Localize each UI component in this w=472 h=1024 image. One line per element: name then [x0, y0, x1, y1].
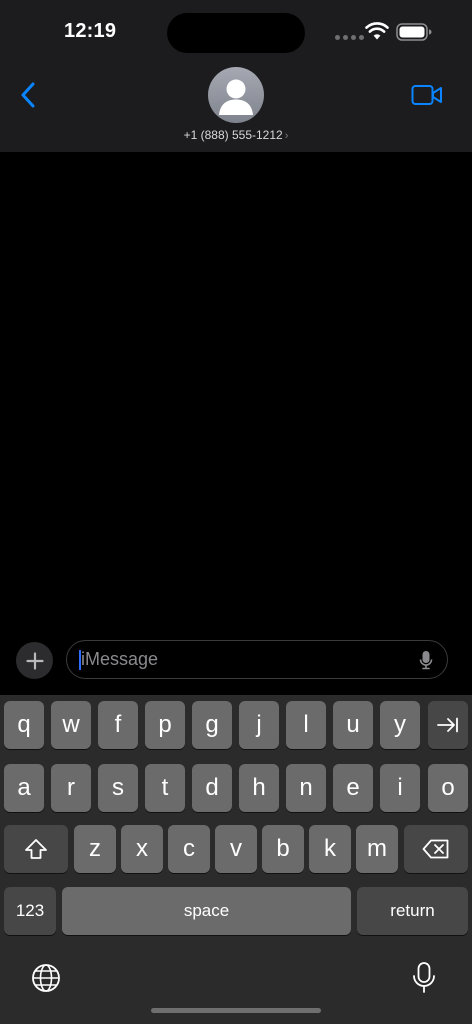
shift-icon: [25, 839, 47, 859]
key-d[interactable]: d: [192, 764, 232, 812]
shift-key[interactable]: [4, 825, 68, 873]
delete-key[interactable]: [404, 825, 468, 873]
dictation-microphone-icon[interactable]: [411, 961, 437, 995]
contact-name[interactable]: +1 (888) 555-1212 ›: [0, 128, 472, 142]
key-z[interactable]: z: [74, 825, 116, 873]
key-s[interactable]: s: [98, 764, 138, 812]
numbers-key[interactable]: 123: [4, 887, 56, 935]
battery-icon: [396, 23, 432, 41]
chevron-right-icon: ›: [284, 130, 289, 142]
key-u[interactable]: u: [333, 701, 373, 749]
key-m[interactable]: m: [356, 825, 398, 873]
key-y[interactable]: y: [380, 701, 420, 749]
tab-key[interactable]: [428, 701, 468, 749]
key-x[interactable]: x: [121, 825, 163, 873]
status-time: 12:19: [64, 20, 117, 42]
return-key[interactable]: return: [357, 887, 468, 935]
key-v[interactable]: v: [215, 825, 257, 873]
key-t[interactable]: t: [145, 764, 185, 812]
conversation-header: 12:19 +1 (888) 555-1212 ›: [0, 0, 472, 152]
back-button[interactable]: [14, 78, 42, 112]
microphone-icon[interactable]: [419, 650, 433, 670]
keyboard: q w f p g j l u y a r s t d h n e i o z …: [0, 695, 472, 1024]
key-j[interactable]: j: [239, 701, 279, 749]
key-e[interactable]: e: [333, 764, 373, 812]
dynamic-island: [167, 13, 305, 53]
key-b[interactable]: b: [262, 825, 304, 873]
message-field[interactable]: [66, 640, 448, 679]
cellular-dots-icon: [335, 35, 364, 40]
key-h[interactable]: h: [239, 764, 279, 812]
key-r[interactable]: r: [51, 764, 91, 812]
key-k[interactable]: k: [309, 825, 351, 873]
key-i[interactable]: i: [380, 764, 420, 812]
person-silhouette-icon: [219, 79, 253, 115]
key-a[interactable]: a: [4, 764, 44, 812]
key-q[interactable]: q: [4, 701, 44, 749]
home-indicator[interactable]: [151, 1008, 321, 1013]
video-camera-icon: [411, 85, 442, 105]
chevron-left-icon: [21, 82, 35, 108]
key-n[interactable]: n: [286, 764, 326, 812]
delete-icon: [422, 839, 449, 859]
key-w[interactable]: w: [51, 701, 91, 749]
key-c[interactable]: c: [168, 825, 210, 873]
plus-icon: [25, 651, 44, 670]
key-l[interactable]: l: [286, 701, 326, 749]
space-key[interactable]: space: [62, 887, 351, 935]
contact-number: +1 (888) 555-1212: [183, 128, 283, 142]
wifi-icon: [365, 22, 389, 40]
apps-plus-button[interactable]: [16, 642, 53, 679]
key-p[interactable]: p: [145, 701, 185, 749]
contact-avatar[interactable]: [208, 67, 264, 123]
tab-arrow-icon: [437, 717, 458, 733]
key-g[interactable]: g: [192, 701, 232, 749]
globe-icon[interactable]: [31, 963, 61, 993]
key-f[interactable]: f: [98, 701, 138, 749]
message-input[interactable]: [81, 649, 401, 670]
text-caret: [79, 650, 81, 670]
facetime-video-button[interactable]: [409, 82, 445, 108]
key-o[interactable]: o: [428, 764, 468, 812]
message-list: [0, 152, 472, 632]
